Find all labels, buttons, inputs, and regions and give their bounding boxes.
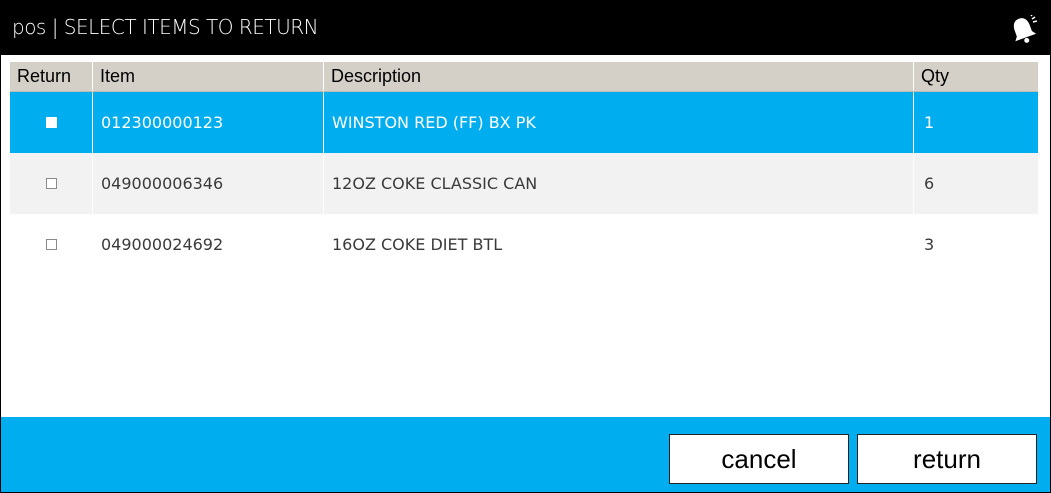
cancel-button[interactable]: cancel (669, 434, 849, 484)
return-cell (10, 153, 93, 214)
item-code: 049000006346 (93, 153, 324, 214)
return-checkbox[interactable] (45, 116, 57, 128)
action-bar: cancel return (1, 417, 1050, 492)
bell-icon[interactable] (1008, 15, 1038, 45)
column-header-qty[interactable]: Qty (914, 62, 1038, 91)
table-header: Return Item Description Qty (10, 62, 1038, 92)
window-title: pos | SELECT ITEMS TO RETURN (12, 15, 319, 39)
return-cell (10, 214, 93, 275)
return-cell (10, 92, 93, 153)
return-checkbox[interactable] (45, 177, 57, 189)
title-bar: pos | SELECT ITEMS TO RETURN (1, 1, 1050, 55)
column-header-return[interactable]: Return (10, 62, 93, 91)
table-row[interactable]: 012300000123 WINSTON RED (FF) BX PK 1 (10, 92, 1038, 153)
return-button[interactable]: return (857, 434, 1037, 484)
return-items-dialog: pos | SELECT ITEMS TO RETURN Return Item… (0, 0, 1051, 493)
item-qty: 1 (924, 113, 935, 132)
table-row[interactable]: 049000024692 16OZ COKE DIET BTL 3 (10, 214, 1038, 275)
column-header-item[interactable]: Item (93, 62, 324, 91)
item-description: 16OZ COKE DIET BTL (332, 235, 503, 254)
return-checkbox[interactable] (46, 238, 57, 250)
item-qty: 6 (924, 174, 935, 193)
item-qty: 3 (924, 235, 935, 254)
item-code: 012300000123 (93, 92, 324, 153)
item-description: WINSTON RED (FF) BX PK (324, 92, 914, 153)
return-items-table: Return Item Description Qty 012300000123… (10, 62, 1038, 275)
table-row[interactable]: 049000006346 12OZ COKE CLASSIC CAN 6 (10, 153, 1038, 214)
item-description: 12OZ COKE CLASSIC CAN (324, 153, 914, 214)
column-header-description[interactable]: Description (324, 62, 914, 91)
item-code: 049000024692 (101, 235, 224, 254)
